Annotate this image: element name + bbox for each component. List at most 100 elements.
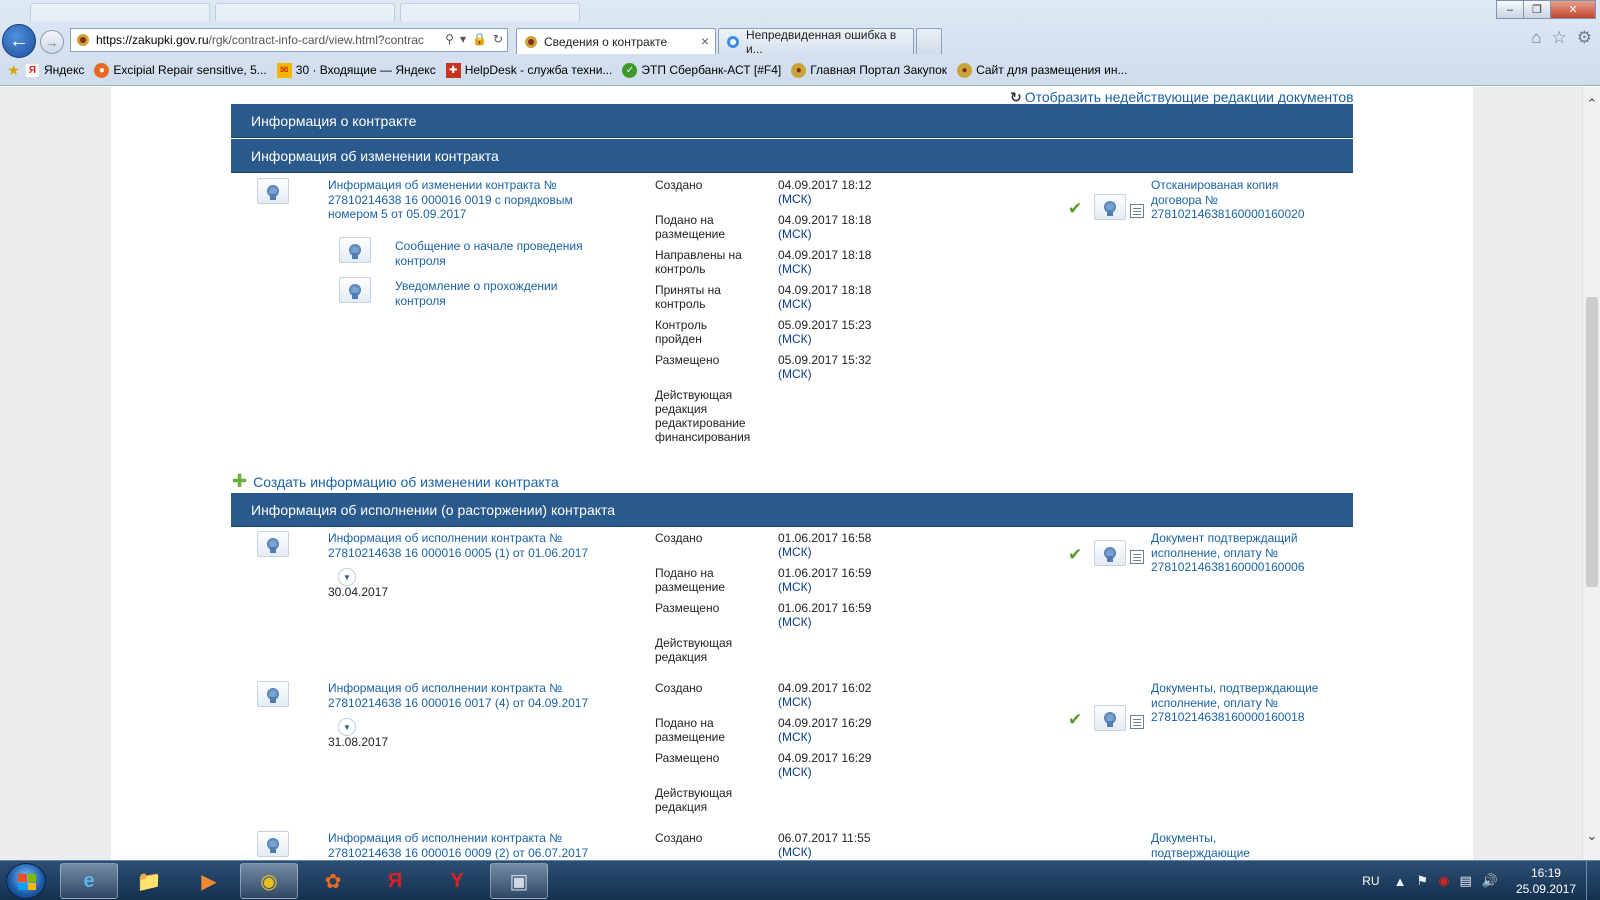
certificate-icon[interactable] [257, 681, 289, 707]
antivirus-icon[interactable]: ◉ [1438, 873, 1449, 889]
minimize-button[interactable]: – [1496, 0, 1524, 19]
maximize-button[interactable]: ❐ [1523, 0, 1551, 19]
section-contract-execution[interactable]: Информация об исполнении (о расторжении)… [231, 493, 1353, 527]
certificate-icon[interactable] [339, 237, 371, 263]
mail-icon: ✉ [276, 62, 292, 78]
control-passed-notice-link[interactable]: Уведомление о прохождении контроля [395, 279, 595, 308]
sberbank-icon: ✓ [622, 62, 638, 78]
scroll-down-icon[interactable]: ⌄ [1585, 829, 1599, 843]
address-bar[interactable]: https://zakupki.gov.ru/rgk/contract-info… [70, 28, 508, 52]
taskbar: e 📁 ▶ ◉ ✿ Я Y ▣ RU ▲ ⚑ ◉ ▤ 🔊 16:19 25.09… [0, 860, 1600, 900]
favorite-sberbank[interactable]: ✓ ЭТП Сбербанк-АСТ [#F4] [622, 62, 781, 78]
home-icon[interactable]: ⌂ [1531, 28, 1541, 48]
certificate-icon[interactable] [1094, 194, 1126, 220]
tab-contract-info[interactable]: Сведения о контракте × [516, 28, 716, 54]
yandex-browser-icon[interactable]: Y [428, 863, 486, 899]
refresh-icon[interactable]: ↻ [493, 32, 503, 46]
internet-explorer-icon[interactable]: e [60, 863, 118, 899]
status-date: 01.06.2017 16:59 (МСК) [778, 601, 872, 629]
language-indicator[interactable]: RU [1362, 874, 1379, 888]
status-date: 01.06.2017 16:59 (МСК) [778, 566, 872, 594]
control-start-message-link[interactable]: Сообщение о начале проведения контроля [395, 239, 595, 268]
create-change-info-link[interactable]: ✚ Создать информацию об изменении контрак… [232, 471, 559, 492]
attachment-link[interactable]: Документ подтверждащий исполнение, оплат… [1151, 531, 1321, 575]
execution-record-link[interactable]: Информация об исполнении контракта № 278… [328, 531, 603, 560]
status-date: 06.07.2017 11:55 (МСК) [778, 831, 871, 859]
attachment-link[interactable]: Документы, подтверждающие исполнение, оп… [1151, 681, 1321, 725]
search-icon[interactable]: ⚲ [445, 32, 454, 46]
status-label: Создано [655, 531, 703, 545]
close-window-button[interactable]: ✕ [1550, 0, 1596, 19]
start-button[interactable] [6, 863, 46, 899]
section-contract-changes[interactable]: Информация об изменении контракта [231, 139, 1353, 173]
change-record-link[interactable]: Информация об изменении контракта № 2781… [328, 178, 578, 222]
status-label: Создано [655, 831, 703, 845]
favorite-excipial[interactable]: ● Excipial Repair sensitive, 5... [94, 62, 267, 78]
remote-desktop-icon[interactable]: ▣ [490, 863, 548, 899]
expand-chevron-icon[interactable]: ▼ [338, 718, 356, 736]
favorite-site[interactable]: ● Сайт для размещения ин... [957, 62, 1127, 78]
dropdown-icon[interactable]: ▾ [460, 32, 466, 46]
excipial-icon: ● [94, 62, 110, 78]
volume-icon[interactable]: 🔊 [1482, 873, 1498, 889]
execution-sub-date: 30.04.2017 [328, 585, 389, 599]
certificate-icon[interactable] [1094, 540, 1126, 566]
document-icon[interactable] [1130, 550, 1144, 564]
check-icon: ✔ [1068, 545, 1083, 564]
favorites-star-icon[interactable]: ☆ [1552, 28, 1567, 48]
network-icon[interactable]: ▤ [1459, 873, 1471, 889]
status-label: Направлены на контроль [655, 248, 742, 276]
media-player-icon[interactable]: ▶ [180, 863, 238, 899]
close-tab-icon[interactable]: × [701, 33, 709, 49]
new-tab-button[interactable] [916, 28, 942, 54]
flag-icon[interactable]: ⚑ [1416, 873, 1428, 889]
document-icon[interactable] [1130, 715, 1144, 729]
favorite-portal[interactable]: ● Главная Портал Закупок [791, 62, 947, 78]
favorites-star-icon[interactable]: ★ [6, 62, 21, 78]
yandex-icon: Я [25, 62, 40, 78]
section-contract-info[interactable]: Информация о контракте [231, 104, 1353, 138]
emblem-icon: ● [957, 62, 973, 78]
status-date: 05.09.2017 15:23 (МСК) [778, 318, 872, 346]
tab-error[interactable]: Непредвиденная ошибка в и... [718, 27, 914, 56]
gear-icon[interactable]: ⚙ [1577, 28, 1592, 48]
certificate-icon[interactable] [339, 277, 371, 303]
expand-chevron-icon[interactable]: ▼ [338, 568, 356, 586]
lock-icon[interactable]: 🔒 [472, 32, 487, 46]
document-icon[interactable] [1130, 204, 1144, 218]
tab-label: Непредвиденная ошибка в и... [746, 27, 897, 56]
certificate-icon[interactable] [257, 178, 289, 204]
chrome-icon[interactable]: ◉ [240, 863, 298, 899]
attachment-link[interactable]: Отсканированая копия договора № 27810214… [1151, 178, 1321, 222]
helpdesk-icon: ✚ [445, 62, 461, 78]
status-date: 04.09.2017 16:29 (МСК) [778, 716, 872, 744]
file-explorer-icon[interactable]: 📁 [120, 863, 178, 899]
back-button[interactable]: ← [2, 24, 36, 58]
clock[interactable]: 16:19 25.09.2017 [1516, 865, 1576, 897]
status-label: Действующая редакция [655, 636, 733, 664]
favorite-mail[interactable]: ✉ 30 · Входящие — Яндекс [276, 62, 436, 78]
status-label: Действующая редакция [655, 786, 733, 814]
forward-button[interactable]: → [40, 30, 64, 54]
status-label: Подано на размещение [655, 566, 726, 594]
execution-record-link[interactable]: Информация об исполнении контракта № 278… [328, 831, 603, 860]
address-url[interactable]: https://zakupki.gov.ru/rgk/contract-info… [96, 33, 436, 47]
certificate-icon[interactable] [257, 531, 289, 557]
yandex-icon[interactable]: Я [366, 863, 424, 899]
certificate-icon[interactable] [257, 831, 289, 857]
status-date: 04.09.2017 16:29 (МСК) [778, 751, 872, 779]
execution-record-link[interactable]: Информация об исполнении контракта № 278… [328, 681, 603, 710]
show-hidden-icons-icon[interactable]: ▲ [1394, 874, 1407, 889]
favorite-helpdesk[interactable]: ✚ HelpDesk - служба техни... [445, 62, 612, 78]
attachment-link[interactable]: Документы, подтверждающие [1151, 831, 1261, 860]
vertical-scrollbar[interactable]: ⌃ ⌄ [1582, 87, 1600, 860]
clock-time: 16:19 [1530, 866, 1561, 880]
certificate-icon[interactable] [1094, 705, 1126, 731]
scroll-up-icon[interactable]: ⌃ [1585, 97, 1599, 111]
check-icon: ✔ [1068, 199, 1083, 218]
favorite-yandex[interactable]: Я Яндекс [25, 62, 84, 78]
status-label: Контроль пройден [655, 318, 708, 346]
show-desktop-button[interactable] [1586, 861, 1600, 900]
scroll-thumb[interactable] [1586, 297, 1598, 587]
app-orange-icon[interactable]: ✿ [304, 863, 362, 899]
